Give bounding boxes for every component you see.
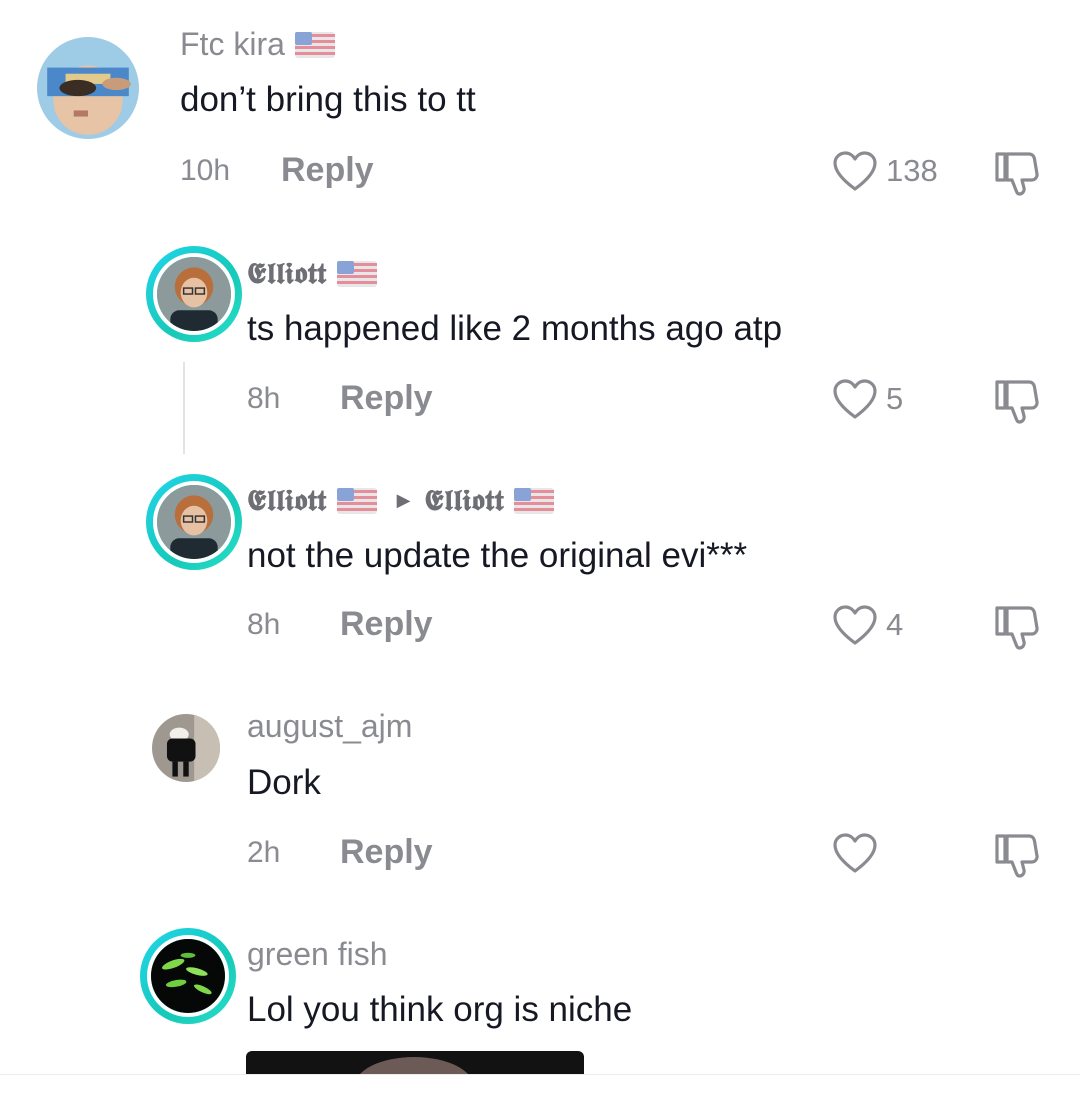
reply-button[interactable]: Reply xyxy=(281,151,374,190)
thumbs-down-icon xyxy=(995,380,1039,424)
reply-to-username[interactable]: 𝕰𝖑𝖑𝖎𝖔𝖙𝖙 xyxy=(424,483,504,518)
like-button[interactable]: 138 xyxy=(832,150,938,192)
reply-button[interactable]: Reply xyxy=(340,605,433,644)
avatar[interactable] xyxy=(146,474,242,570)
comment-username[interactable]: 𝕰𝖑𝖑𝖎𝖔𝖙𝖙 ▶ 𝕰𝖑𝖑𝖎𝖔𝖙𝖙 xyxy=(247,483,554,518)
us-flag-icon xyxy=(294,31,335,58)
dislike-button[interactable] xyxy=(993,604,1043,652)
comment-text: Lol you think org is niche xyxy=(247,990,633,1029)
dislike-button[interactable] xyxy=(993,832,1043,880)
like-button[interactable] xyxy=(832,832,886,874)
comment-text: not the update the original evi*** xyxy=(247,536,748,575)
avatar-image xyxy=(157,257,231,331)
comment-time: 10h xyxy=(180,154,231,187)
like-button[interactable]: 5 xyxy=(832,378,903,420)
avatar-image xyxy=(157,485,231,559)
reply-button[interactable]: Reply xyxy=(340,833,433,872)
comment-username[interactable]: 𝕰𝖑𝖑𝖎𝖔𝖙𝖙 xyxy=(247,256,377,291)
us-flag-icon xyxy=(336,487,377,514)
triangle-right-icon: ▶ xyxy=(396,490,411,510)
avatar[interactable] xyxy=(146,246,242,342)
dislike-button[interactable] xyxy=(993,150,1043,198)
comment-time: 8h xyxy=(247,608,281,641)
reply-button[interactable]: Reply xyxy=(340,379,433,418)
comment-username[interactable]: Ftc kira xyxy=(180,26,335,63)
avatar-image xyxy=(151,939,225,1013)
comment-time: 2h xyxy=(247,836,281,869)
thumbs-down-icon xyxy=(995,606,1039,650)
comment-time: 8h xyxy=(247,382,281,415)
avatar[interactable] xyxy=(152,714,220,782)
thumbs-down-icon xyxy=(995,152,1039,196)
comment-text: don’t bring this to tt xyxy=(180,80,476,119)
heart-outline-icon xyxy=(833,379,877,419)
comment-username[interactable]: august_ajm xyxy=(247,708,412,745)
avatar[interactable] xyxy=(140,928,236,1024)
us-flag-icon xyxy=(514,487,554,514)
us-flag-icon xyxy=(336,260,377,287)
thread-line xyxy=(183,362,185,454)
heart-outline-icon xyxy=(833,833,877,873)
comment-text: Dork xyxy=(247,763,321,802)
like-button[interactable]: 4 xyxy=(832,604,903,646)
bottom-divider xyxy=(0,1074,1080,1099)
like-count: 138 xyxy=(886,153,938,188)
thumbs-down-icon xyxy=(995,834,1039,878)
heart-outline-icon xyxy=(833,151,877,191)
comment-text: ts happened like 2 months ago atp xyxy=(247,309,783,348)
like-count: 5 xyxy=(886,381,904,416)
avatar-image xyxy=(37,37,139,139)
like-count: 4 xyxy=(886,607,904,642)
heart-outline-icon xyxy=(833,605,877,645)
avatar[interactable] xyxy=(37,37,139,139)
avatar-image xyxy=(152,714,220,782)
dislike-button[interactable] xyxy=(993,378,1043,426)
comment-username[interactable]: green fish xyxy=(247,936,388,973)
